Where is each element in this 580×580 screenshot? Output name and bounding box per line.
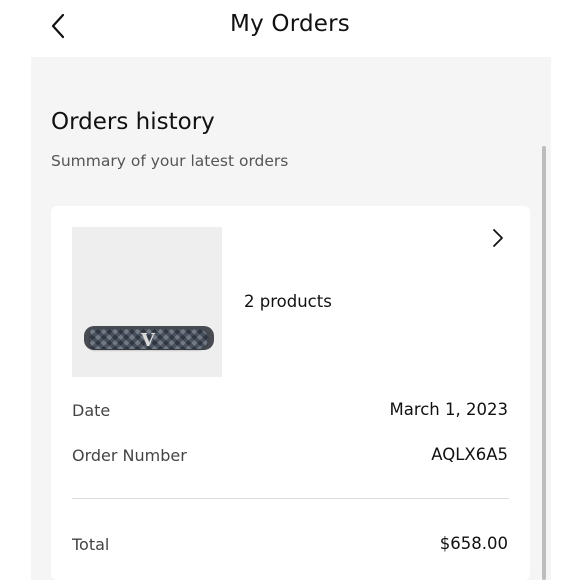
- date-value: March 1, 2023: [389, 400, 508, 419]
- date-label: Date: [72, 401, 111, 420]
- order-number-label: Order Number: [72, 446, 187, 465]
- section-subtitle: Summary of your latest orders: [51, 152, 289, 170]
- product-image: V: [72, 227, 222, 377]
- top-bar: My Orders: [0, 0, 580, 57]
- section-title: Orders history: [51, 109, 215, 135]
- chevron-right-icon: [493, 229, 503, 247]
- belt-buckle-icon: V: [141, 329, 155, 351]
- order-card[interactable]: V 2 products Date March 1, 2023 Order Nu…: [51, 206, 530, 580]
- scrollbar[interactable]: [542, 146, 546, 580]
- order-number-value: AQLX6A5: [431, 445, 508, 464]
- page-title: My Orders: [230, 11, 350, 37]
- total-label: Total: [72, 535, 110, 554]
- product-count: 2 products: [244, 292, 332, 311]
- open-order-button[interactable]: [488, 226, 508, 250]
- total-value: $658.00: [439, 534, 508, 553]
- divider: [72, 498, 509, 499]
- orders-screen: My Orders Orders history Summary of your…: [0, 0, 580, 580]
